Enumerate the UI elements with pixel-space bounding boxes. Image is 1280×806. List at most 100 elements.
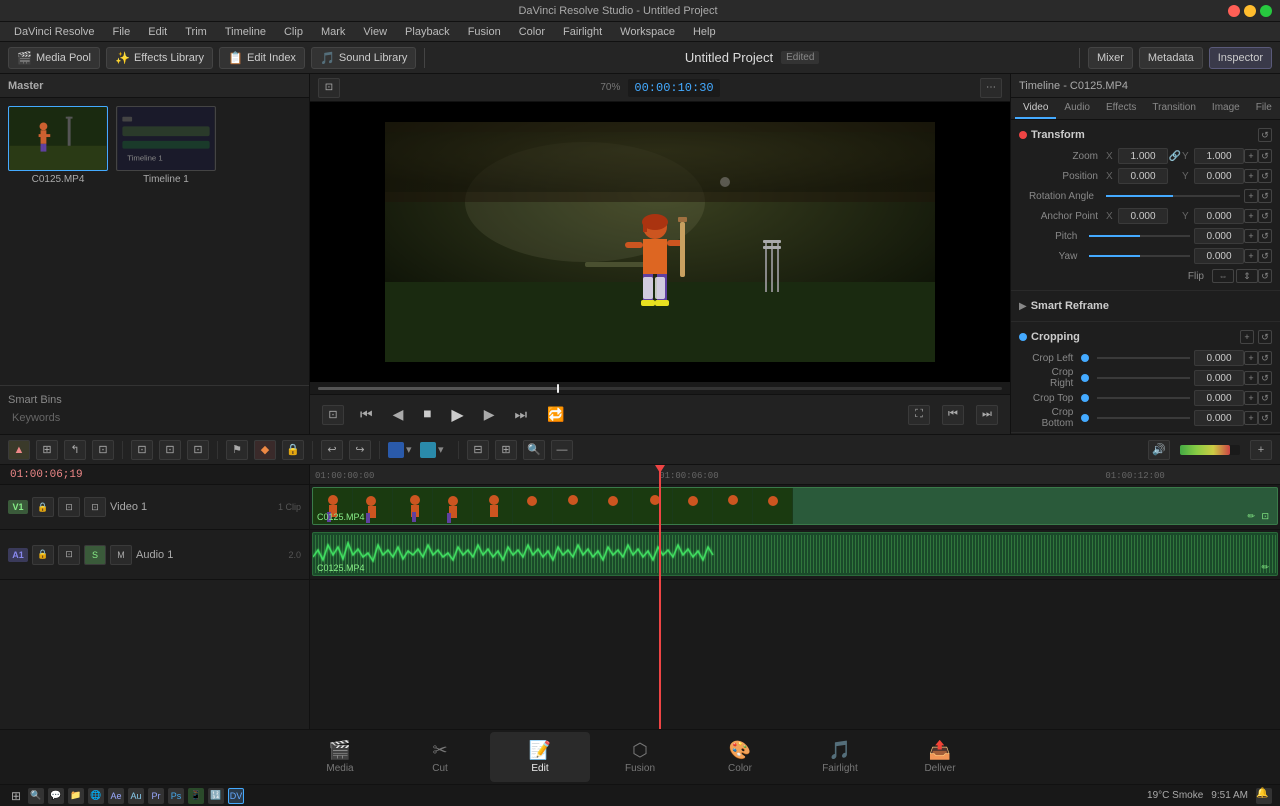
yaw-plus-btn[interactable]: +: [1244, 249, 1258, 263]
v1-audio-btn[interactable]: ⊡: [84, 497, 106, 517]
menu-edit[interactable]: Edit: [140, 25, 175, 39]
menu-help[interactable]: Help: [685, 25, 724, 39]
zoom-x-value[interactable]: 1.000: [1118, 148, 1168, 164]
tl-zoom-in-btn[interactable]: ⊞: [495, 440, 517, 460]
crop-right-value[interactable]: 0.000: [1194, 370, 1244, 386]
taskbar-whatsapp[interactable]: 📱: [188, 788, 204, 804]
taskbar-notification[interactable]: 🔔: [1256, 788, 1272, 804]
effects-library-btn[interactable]: ✨ Effects Library: [106, 47, 213, 69]
nav-fusion[interactable]: ⬡ Fusion: [590, 732, 690, 782]
a1-m-btn[interactable]: M: [110, 545, 132, 565]
crop-left-reset-btn[interactable]: ↺: [1258, 351, 1272, 365]
tl-menu-btn[interactable]: —: [551, 440, 573, 460]
taskbar-audition[interactable]: Au: [128, 788, 144, 804]
nav-fairlight[interactable]: 🎵 Fairlight: [790, 732, 890, 782]
position-x-value[interactable]: 0.000: [1118, 168, 1168, 184]
marker-dropdown[interactable]: ▾: [406, 443, 418, 457]
cropping-header[interactable]: Cropping + ↺: [1019, 326, 1272, 348]
position-plus-btn[interactable]: +: [1244, 169, 1258, 183]
flip-h-btn[interactable]: ⇔: [1212, 269, 1234, 283]
anchor-x-value[interactable]: 0.000: [1118, 208, 1168, 224]
nav-edit[interactable]: 📝 Edit: [490, 732, 590, 782]
tab-video[interactable]: Video: [1015, 98, 1056, 119]
goto-end-btn[interactable]: ⏭: [511, 402, 532, 427]
crop-left-plus-btn[interactable]: +: [1244, 351, 1258, 365]
menu-clip[interactable]: Clip: [276, 25, 311, 39]
crop-bottom-value[interactable]: 0.000: [1194, 410, 1244, 426]
crop-reset-btn[interactable]: ↺: [1258, 330, 1272, 344]
goto-start-btn[interactable]: ⏮: [356, 402, 377, 427]
tl-zoom-out-btn[interactable]: ⊟: [467, 440, 489, 460]
tl-marker-btn[interactable]: ◆: [254, 440, 276, 460]
crop-bottom-slider[interactable]: [1097, 417, 1190, 419]
prev-clip-btn[interactable]: ⏮: [942, 405, 964, 425]
anchor-reset-btn[interactable]: ↺: [1258, 209, 1272, 223]
tl-undo-btn[interactable]: ↩: [321, 440, 343, 460]
inspector-btn[interactable]: Inspector: [1209, 47, 1272, 69]
tl-select-btn[interactable]: ▲: [8, 440, 30, 460]
taskbar-aftereffects[interactable]: Ae: [108, 788, 124, 804]
crop-left-value[interactable]: 0.000: [1194, 350, 1244, 366]
menu-file[interactable]: File: [105, 25, 139, 39]
pitch-value[interactable]: 0.000: [1194, 228, 1244, 244]
yaw-value[interactable]: 0.000: [1194, 248, 1244, 264]
zoom-plus-btn[interactable]: +: [1244, 149, 1258, 163]
tl-razor-btn[interactable]: ⊡: [159, 440, 181, 460]
stop-btn[interactable]: ⏹: [419, 402, 435, 428]
taskbar-chat[interactable]: 💬: [48, 788, 64, 804]
zoom-y-value[interactable]: 1.000: [1194, 148, 1244, 164]
video-clip[interactable]: C0125.MP4 ✏ ⊡: [312, 487, 1278, 525]
flip-reset-btn[interactable]: ↺: [1258, 269, 1272, 283]
media-pool-btn[interactable]: 🎬 Media Pool: [8, 47, 100, 69]
transform-reset-btn[interactable]: ↺: [1258, 128, 1272, 142]
prev-frame-btn[interactable]: ◀: [389, 402, 408, 427]
next-frame-btn[interactable]: ▶: [480, 402, 499, 427]
tab-transition[interactable]: Transition: [1144, 98, 1204, 119]
position-reset-btn[interactable]: ↺: [1258, 169, 1272, 183]
next-clip-btn[interactable]: ⏭: [976, 405, 998, 425]
taskbar-edge[interactable]: 🌐: [88, 788, 104, 804]
a1-s-btn[interactable]: S: [84, 545, 106, 565]
nav-media[interactable]: 🎬 Media: [290, 732, 390, 782]
start-button[interactable]: ⊞: [8, 788, 24, 804]
taskbar-premiere[interactable]: Pr: [148, 788, 164, 804]
tl-search-btn[interactable]: 🔍: [523, 440, 545, 460]
crop-right-slider[interactable]: [1097, 377, 1190, 379]
mixer-btn[interactable]: Mixer: [1088, 47, 1133, 69]
blue-marker[interactable]: [388, 442, 404, 458]
rotation-reset-btn[interactable]: ↺: [1258, 189, 1272, 203]
crop-right-plus-btn[interactable]: +: [1244, 371, 1258, 385]
prev-in-btn[interactable]: ⊡: [322, 405, 344, 425]
crop-top-reset-btn[interactable]: ↺: [1258, 391, 1272, 405]
rotation-slider[interactable]: [1106, 195, 1240, 197]
menu-timeline[interactable]: Timeline: [217, 25, 274, 39]
taskbar-calculator[interactable]: 🔢: [208, 788, 224, 804]
preview-expand-btn[interactable]: ⊡: [318, 78, 340, 98]
anchor-y-value[interactable]: 0.000: [1194, 208, 1244, 224]
v1-lock-btn[interactable]: 🔒: [32, 497, 54, 517]
menu-color[interactable]: Color: [511, 25, 553, 39]
position-y-value[interactable]: 0.000: [1194, 168, 1244, 184]
nav-color[interactable]: 🎨 Color: [690, 732, 790, 782]
taskbar-search[interactable]: 🔍: [28, 788, 44, 804]
menu-fusion[interactable]: Fusion: [460, 25, 509, 39]
tl-audio-meter-btn[interactable]: 🔊: [1148, 440, 1170, 460]
tab-file[interactable]: File: [1248, 98, 1280, 119]
tl-insert-btn[interactable]: ⊡: [92, 440, 114, 460]
nav-deliver[interactable]: 📤 Deliver: [890, 732, 990, 782]
menu-playback[interactable]: Playback: [397, 25, 458, 39]
tab-audio[interactable]: Audio: [1056, 98, 1098, 119]
tl-playhead[interactable]: [659, 465, 661, 729]
yaw-slider[interactable]: [1089, 255, 1190, 257]
rotation-plus-btn[interactable]: +: [1244, 189, 1258, 203]
crop-top-slider[interactable]: [1097, 397, 1190, 399]
menu-trim[interactable]: Trim: [177, 25, 215, 39]
tl-trim-btn[interactable]: ⊡: [131, 440, 153, 460]
menu-mark[interactable]: Mark: [313, 25, 353, 39]
anchor-plus-btn[interactable]: +: [1244, 209, 1258, 223]
tl-link-btn[interactable]: ↰: [64, 440, 86, 460]
taskbar-ps[interactable]: Ps: [168, 788, 184, 804]
teal-dropdown[interactable]: ▾: [438, 443, 450, 457]
fullscreen-btn[interactable]: ⛶: [908, 405, 930, 425]
tl-lock-btn[interactable]: 🔒: [282, 440, 304, 460]
